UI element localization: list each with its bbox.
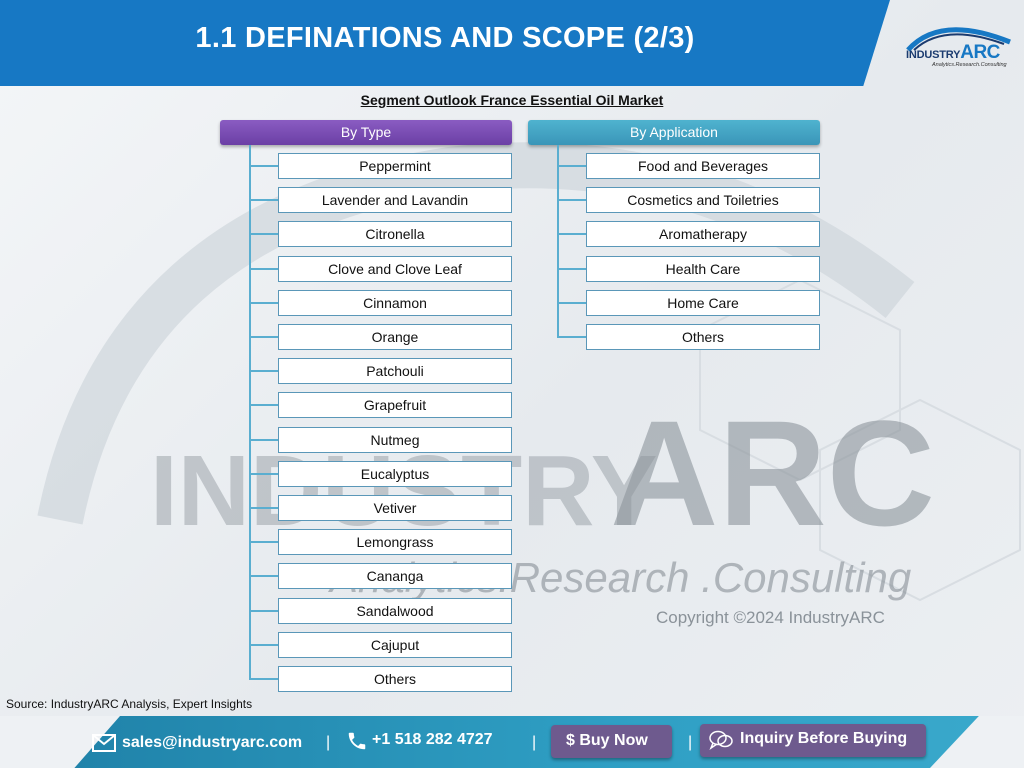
inquiry-label: Inquiry Before Buying [740,730,908,747]
mail-icon [92,734,116,752]
application-branch-line [558,268,586,270]
application-branch-line [558,233,586,235]
type-branch-line [250,678,278,680]
type-branch-line [250,404,278,406]
page-title: 1.1 DEFINATIONS AND SCOPE (2/3) [195,22,695,54]
type-branch-line [250,370,278,372]
type-branch-line [250,473,278,475]
type-branch-line [250,268,278,270]
logo[interactable]: INDUSTRYARC [906,42,1000,64]
type-branch-line [250,575,278,577]
type-item: Peppermint [278,153,512,179]
application-branch-line [558,165,586,167]
type-item: Sandalwood [278,598,512,624]
type-item: Cinnamon [278,290,512,316]
footer-phone-link[interactable]: +1 518 282 4727 [372,731,493,749]
type-item: Eucalyptus [278,461,512,487]
background-decoration: INDUSTRY ARC Analytics.Research .Consult… [37,142,1021,627]
type-tree-trunk [249,145,251,680]
type-item: Patchouli [278,358,512,384]
type-item: Orange [278,324,512,350]
application-item: Aromatherapy [586,221,820,247]
type-item: Others [278,666,512,692]
type-item: Lavender and Lavandin [278,187,512,213]
category-by-application: By Application [528,120,820,145]
type-branch-line [250,439,278,441]
chat-icon [709,730,733,750]
type-branch-line [250,199,278,201]
type-item: Nutmeg [278,427,512,453]
footer-separator: | [688,734,693,751]
application-tree-trunk [557,145,559,338]
type-item: Vetiver [278,495,512,521]
type-item: Cananga [278,563,512,589]
logo-tagline: Analytics.Research.Consulting [932,62,1007,68]
application-item: Health Care [586,256,820,282]
application-item: Food and Beverages [586,153,820,179]
type-branch-line [250,302,278,304]
logo-line2: ARC [960,42,1000,63]
type-branch-line [250,541,278,543]
application-item: Home Care [586,290,820,316]
logo-line1: INDUSTRY [906,49,961,61]
buy-now-label: $ Buy Now [566,732,648,749]
footer-separator: | [326,734,331,751]
type-item: Grapefruit [278,392,512,418]
watermark-copyright: Copyright ©2024 IndustryARC [656,608,885,627]
application-branch-line [558,336,586,338]
type-branch-line [250,610,278,612]
watermark-brand-arc: ARC [610,389,935,557]
type-branch-line [250,644,278,646]
type-item: Clove and Clove Leaf [278,256,512,282]
type-branch-line [250,233,278,235]
type-branch-line [250,336,278,338]
application-branch-line [558,302,586,304]
footer-email-link[interactable]: sales@industryarc.com [122,734,302,752]
source-note: Source: IndustryARC Analysis, Expert Ins… [6,697,253,711]
type-branch-line [250,507,278,509]
type-item: Lemongrass [278,529,512,555]
type-branch-line [250,165,278,167]
phone-icon [348,732,366,750]
type-item: Cajuput [278,632,512,658]
footer-separator: | [532,734,537,751]
category-by-type: By Type [220,120,512,145]
application-item: Others [586,324,820,350]
application-item: Cosmetics and Toiletries [586,187,820,213]
type-item: Citronella [278,221,512,247]
application-branch-line [558,199,586,201]
diagram-title: Segment Outlook France Essential Oil Mar… [360,92,664,108]
